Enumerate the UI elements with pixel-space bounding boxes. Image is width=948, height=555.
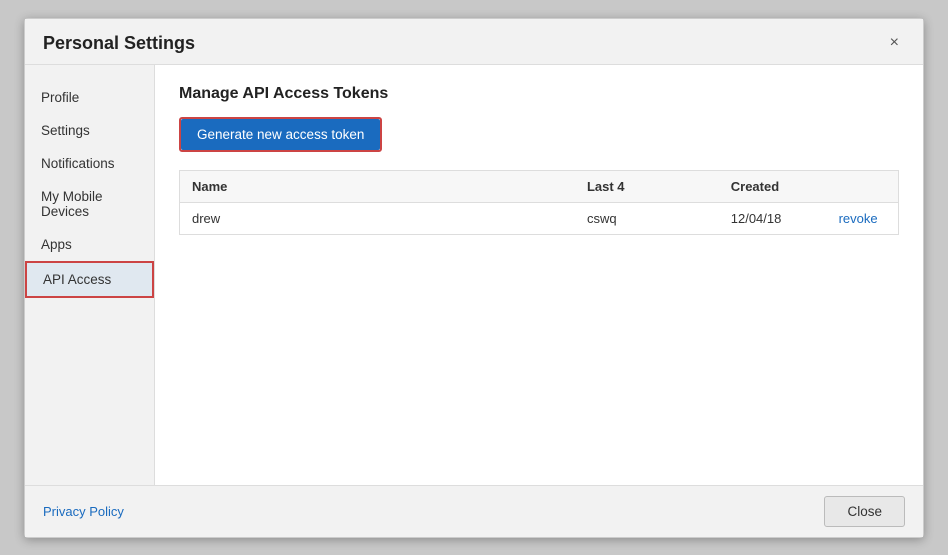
table-row: drew cswq 12/04/18 revoke [180, 202, 899, 234]
generate-token-button[interactable]: Generate new access token [181, 119, 380, 150]
modal-header: Personal Settings × [25, 19, 923, 65]
section-title: Manage API Access Tokens [179, 85, 899, 103]
token-table: Name Last 4 Created drew cswq 12/04/18 [179, 170, 899, 235]
col-header-created: Created [719, 170, 827, 202]
modal-footer: Privacy Policy Close [25, 485, 923, 537]
sidebar-item-my-mobile-devices[interactable]: My Mobile Devices [25, 180, 154, 228]
generate-btn-wrapper: Generate new access token [179, 117, 382, 152]
sidebar-item-apps[interactable]: Apps [25, 228, 154, 261]
modal: Personal Settings × Profile Settings Not… [24, 18, 924, 538]
token-last4: cswq [575, 202, 719, 234]
revoke-link[interactable]: revoke [839, 211, 878, 226]
col-header-last4: Last 4 [575, 170, 719, 202]
sidebar-item-profile[interactable]: Profile [25, 81, 154, 114]
privacy-policy-link[interactable]: Privacy Policy [43, 504, 124, 519]
sidebar-item-settings[interactable]: Settings [25, 114, 154, 147]
col-header-name: Name [180, 170, 575, 202]
table-header-row: Name Last 4 Created [180, 170, 899, 202]
close-icon[interactable]: × [884, 33, 905, 53]
main-content: Manage API Access Tokens Generate new ac… [155, 65, 923, 485]
token-revoke-cell: revoke [827, 202, 899, 234]
token-name: drew [180, 202, 575, 234]
modal-title: Personal Settings [43, 33, 195, 54]
close-button[interactable]: Close [824, 496, 905, 527]
sidebar: Profile Settings Notifications My Mobile… [25, 65, 155, 485]
col-header-action [827, 170, 899, 202]
modal-body: Profile Settings Notifications My Mobile… [25, 65, 923, 485]
token-created: 12/04/18 [719, 202, 827, 234]
sidebar-item-notifications[interactable]: Notifications [25, 147, 154, 180]
modal-overlay: Personal Settings × Profile Settings Not… [0, 0, 948, 555]
sidebar-item-api-access[interactable]: API Access [25, 261, 154, 298]
